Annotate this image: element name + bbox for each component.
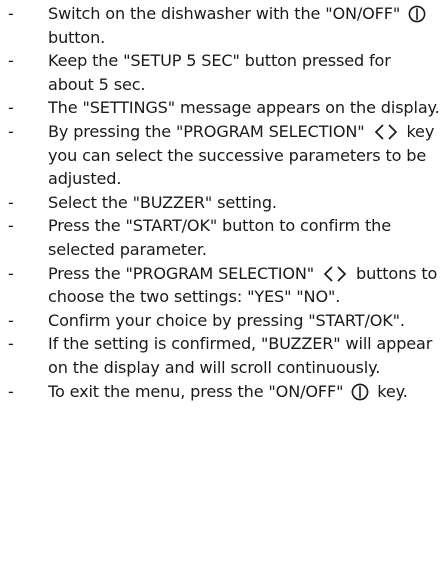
step-text-after: key. — [372, 381, 408, 401]
step-text-after: button. — [48, 27, 106, 47]
list-dash: - — [8, 4, 14, 23]
step-text: Confirm your choice by pressing "START/O… — [48, 310, 405, 330]
instruction-step-9: - If the setting is confirmed, "BUZZER" … — [0, 332, 444, 379]
list-dash: - — [8, 216, 14, 236]
step-text-before: Press the "PROGRAM SELECTION" — [48, 263, 320, 283]
step-text: The "SETTINGS" message appears on the di… — [48, 98, 440, 118]
list-dash: - — [8, 334, 14, 354]
list-dash: - — [8, 51, 14, 71]
step-text-before: By pressing the "PROGRAM SELECTION" — [48, 121, 370, 141]
instruction-step-8: - Confirm your choice by pressing "START… — [0, 309, 444, 333]
list-dash: - — [8, 310, 14, 330]
left-right-chevrons-icon — [322, 265, 348, 283]
list-dash: - — [8, 381, 14, 401]
power-icon — [408, 5, 426, 23]
instruction-step-7: - Press the "PROGRAM SELECTION" buttons … — [0, 262, 444, 309]
step-text: Press the "START/OK" button to confirm t… — [48, 216, 391, 259]
instruction-step-6: - Press the "START/OK" button to confirm… — [0, 214, 444, 261]
list-dash: - — [8, 263, 14, 283]
instruction-step-4: - By pressing the "PROGRAM SELECTION" ke… — [0, 120, 444, 191]
instruction-step-3: - The "SETTINGS" message appears on the … — [0, 96, 444, 120]
instruction-step-5: - Select the "BUZZER" setting. — [0, 191, 444, 215]
step-text-before: To exit the menu, press the "ON/OFF" — [48, 381, 349, 401]
list-dash: - — [8, 192, 14, 212]
left-right-chevrons-icon — [373, 123, 399, 141]
list-dash: - — [8, 98, 14, 118]
step-text: Keep the "SETUP 5 SEC" button pressed fo… — [48, 51, 391, 94]
instruction-step-2: - Keep the "SETUP 5 SEC" button pressed … — [0, 49, 444, 96]
instruction-list: - Switch on the dishwasher with the "ON/… — [0, 2, 444, 403]
list-dash: - — [8, 121, 14, 141]
step-text: Select the "BUZZER" setting. — [48, 192, 277, 212]
step-text-before: Switch on the dishwasher with the "ON/OF… — [48, 4, 406, 23]
power-icon — [351, 383, 369, 401]
step-text: If the setting is confirmed, "BUZZER" wi… — [48, 334, 433, 377]
instruction-step-1: - Switch on the dishwasher with the "ON/… — [0, 2, 444, 49]
instruction-step-10: - To exit the menu, press the "ON/OFF" k… — [0, 380, 444, 404]
